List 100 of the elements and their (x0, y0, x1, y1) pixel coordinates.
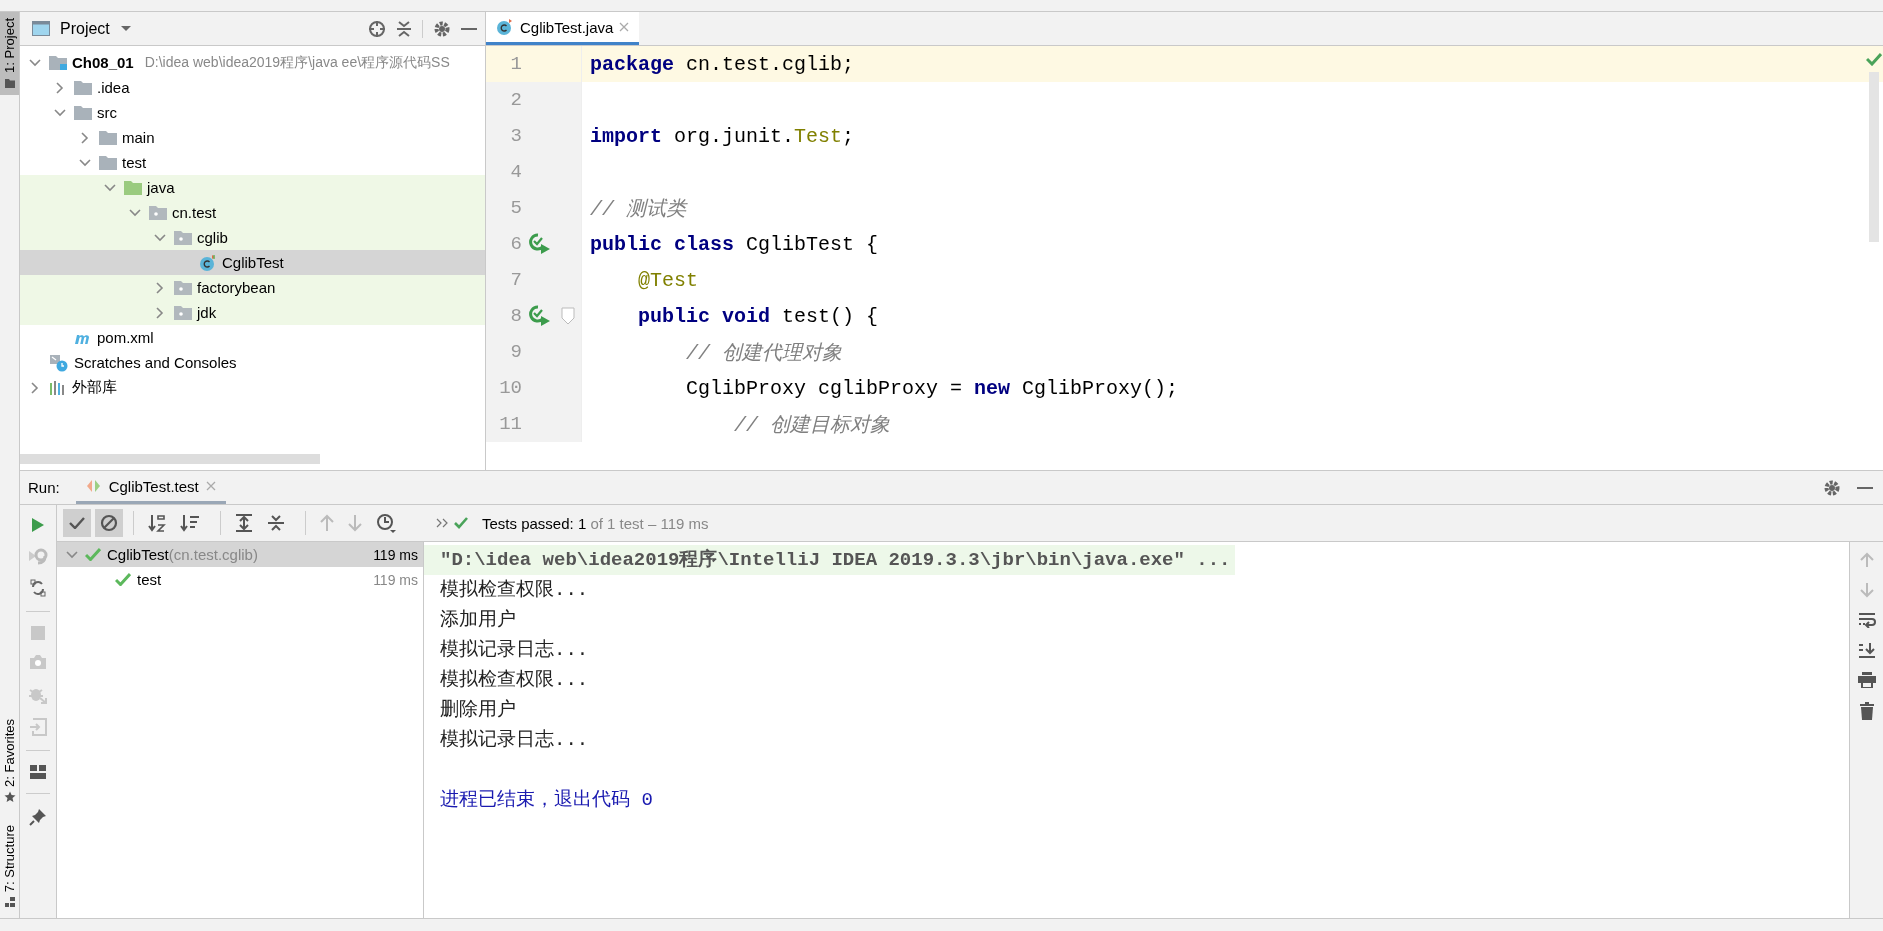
chevron-down-icon[interactable] (66, 550, 78, 559)
module-path: D:\idea web\idea2019程序\java ee\程序源代码SS (144, 53, 450, 72)
test-item[interactable]: CglibTest(cn.test.cglib) 119 ms (57, 542, 423, 567)
tree-item[interactable]: .idea (20, 75, 485, 100)
line-number: 7 (509, 269, 522, 291)
project-view-icon (32, 21, 50, 36)
chevron-right-icon[interactable] (156, 281, 164, 294)
tree-item[interactable]: cn.test (20, 200, 485, 225)
line-number: 10 (498, 377, 522, 399)
test-item[interactable]: test 119 ms (57, 567, 423, 592)
code-line: @Test (637, 268, 699, 292)
trash-icon[interactable] (1859, 702, 1874, 720)
toggle-auto-test-icon[interactable] (30, 579, 46, 597)
console-line: 添加用户 (439, 608, 517, 633)
run-test-icon[interactable] (529, 233, 551, 255)
chevron-down-icon[interactable] (54, 108, 66, 117)
tree-item[interactable]: 外部库 (20, 375, 485, 400)
history-icon[interactable] (376, 513, 396, 533)
collapse-all-icon[interactable] (267, 514, 285, 532)
tree-item[interactable]: factorybean (20, 275, 485, 300)
panel-title: Run: (28, 479, 60, 496)
code-line: // 创建目标对象 (733, 412, 891, 438)
panel-title[interactable]: Project (60, 19, 110, 38)
test-config-icon (85, 479, 102, 493)
run-icon[interactable] (31, 517, 45, 533)
locate-icon[interactable] (368, 19, 386, 38)
code-line: // 创建代理对象 (685, 340, 843, 366)
settings-icon[interactable] (433, 19, 451, 38)
editor-tab[interactable]: CglibTest.java (486, 12, 640, 45)
side-tab[interactable]: 2: Favorites (0, 712, 19, 809)
tree-item[interactable]: pom.xml (20, 325, 485, 350)
run-test-icon[interactable] (529, 305, 551, 327)
side-tab[interactable]: 1: Project (0, 12, 19, 95)
line-number: 11 (498, 413, 522, 435)
chevron-down-icon[interactable] (154, 233, 166, 242)
structure-icon (3, 896, 16, 908)
tree-item[interactable]: Ch08_01 D:\idea web\idea2019程序\java ee\程序源代码SS (20, 50, 485, 75)
package-icon (174, 230, 192, 245)
library-icon (49, 380, 67, 395)
expand-all-icon[interactable] (235, 514, 253, 532)
package-icon (149, 205, 167, 220)
tree-item[interactable]: src (20, 100, 485, 125)
code-line: CglibProxy cglibProxy = new CglibProxy(); (685, 376, 1179, 400)
close-icon[interactable] (619, 22, 630, 32)
chevron-right-icon[interactable] (156, 306, 164, 319)
folder-icon (74, 80, 92, 95)
chevron-down-icon[interactable] (79, 158, 91, 167)
collapse-all-icon[interactable] (396, 19, 412, 38)
tree-item[interactable]: test (20, 150, 485, 175)
scrollbar[interactable] (20, 454, 320, 464)
print-icon[interactable] (1857, 672, 1876, 688)
class-icon (199, 253, 217, 272)
console-line: 模拟记录日志... (439, 728, 590, 753)
console-line: 模拟检查权限... (439, 668, 590, 693)
tree-item[interactable]: Scratches and Consoles (20, 350, 485, 375)
layout-icon[interactable] (30, 765, 46, 779)
code-line: public void test() { (637, 304, 879, 328)
soft-wrap-icon[interactable] (1857, 612, 1876, 628)
folder-icon (74, 105, 92, 120)
chevron-right-icon[interactable] (56, 81, 64, 94)
run-tab[interactable]: CglibTest.test (75, 471, 226, 504)
line-number: 2 (509, 89, 522, 111)
folder-icon (99, 155, 117, 170)
line-number: 9 (509, 341, 522, 363)
scroll-to-end-icon[interactable] (1857, 642, 1876, 658)
chevron-down-icon[interactable] (129, 208, 141, 217)
pin-icon[interactable] (29, 808, 47, 826)
chevron-right-icon[interactable] (81, 131, 89, 144)
show-ignored-toggle[interactable] (95, 509, 123, 537)
tree-item[interactable]: jdk (20, 300, 485, 325)
check-icon (69, 517, 85, 529)
fold-marker-icon[interactable] (561, 307, 575, 325)
line-number: 3 (509, 125, 522, 147)
code-line: // 测试类 (589, 196, 686, 222)
test-status: Tests passed: 1 of 1 test – 119 ms (482, 514, 709, 532)
folder-icon (124, 180, 142, 195)
tree-item[interactable]: cglib (20, 225, 485, 250)
scrollbar[interactable] (1869, 72, 1879, 242)
tree-item[interactable]: java (20, 175, 485, 200)
chevron-down-icon[interactable] (29, 58, 41, 67)
console-line: 模拟记录日志... (439, 638, 590, 663)
sort-by-duration-icon[interactable] (180, 514, 200, 532)
class-icon (496, 18, 514, 36)
side-tab[interactable]: 7: Structure (0, 818, 19, 914)
no-problems-icon (1866, 52, 1882, 66)
settings-icon[interactable] (1823, 478, 1841, 497)
show-passed-toggle[interactable] (63, 509, 91, 537)
tree-item[interactable]: CglibTest (20, 250, 485, 275)
console-line: 删除用户 (439, 698, 517, 723)
close-icon[interactable] (205, 481, 216, 491)
line-number: 4 (509, 161, 522, 183)
prohibited-icon (100, 514, 118, 532)
more-icon[interactable] (436, 518, 448, 528)
check-icon (85, 548, 101, 561)
sort-alphabetically-icon[interactable] (148, 514, 166, 532)
dropdown-caret-icon[interactable] (119, 25, 132, 32)
chevron-down-icon[interactable] (104, 183, 116, 192)
code-line: public class CglibTest { (589, 232, 879, 256)
tree-item[interactable]: main (20, 125, 485, 150)
chevron-right-icon[interactable] (31, 381, 39, 394)
